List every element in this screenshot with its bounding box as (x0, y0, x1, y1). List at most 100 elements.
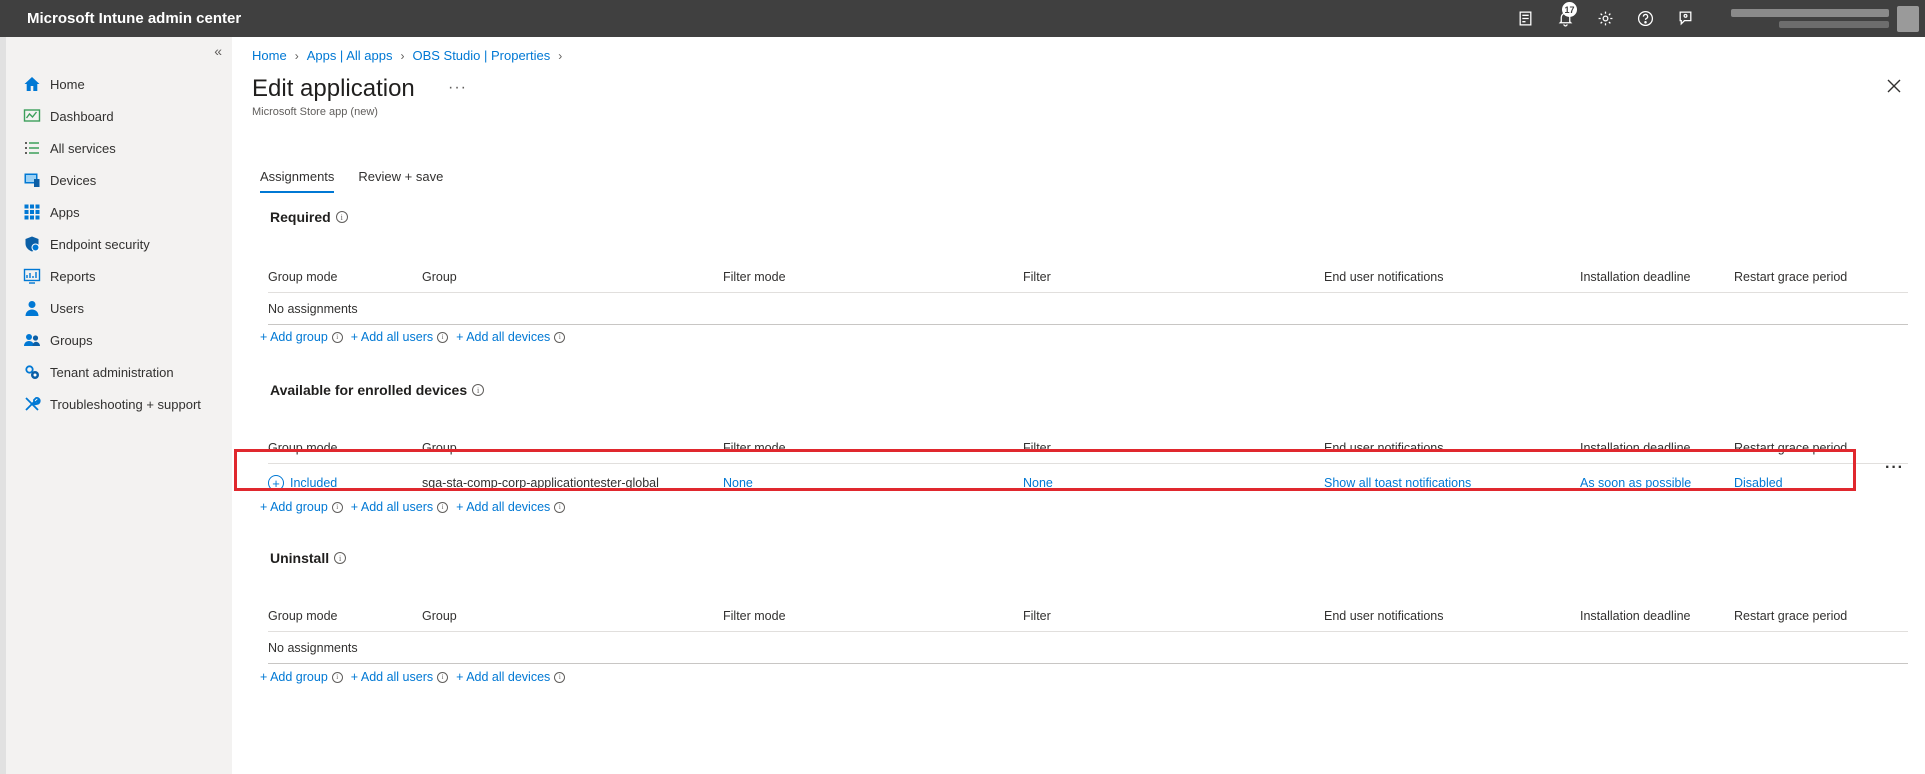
col-filter: Filter (1023, 609, 1051, 623)
sidebar-item-label: Devices (50, 172, 97, 188)
breadcrumb-chevron-icon: › (294, 48, 299, 63)
page-subtitle: Microsoft Store app (new) (252, 106, 378, 118)
sidebar-item-label: Groups (50, 332, 93, 348)
info-icon[interactable]: i (334, 552, 347, 564)
breadcrumb-home[interactable]: Home (252, 48, 287, 63)
uninstall-add-links: + Add group i + Add all users i + Add al… (260, 670, 569, 684)
sidebar-item-troubleshooting[interactable]: Troubleshooting + support (22, 388, 201, 420)
section-title-text: Required (270, 209, 331, 225)
section-title-text: Uninstall (270, 550, 330, 566)
add-all-devices-link[interactable]: + Add all devices (456, 670, 550, 684)
info-icon[interactable]: i (554, 331, 566, 343)
list-icon (22, 138, 42, 158)
tab-review-save[interactable]: Review + save (358, 169, 443, 193)
add-all-devices-link[interactable]: + Add all devices (456, 330, 550, 344)
add-all-users-link[interactable]: + Add all users (351, 500, 433, 514)
sidebar-item-label: Home (50, 76, 85, 92)
bell-icon[interactable]: 17 (1545, 0, 1585, 37)
sidebar-item-devices[interactable]: Devices (22, 164, 201, 196)
sidebar-item-endpoint-security[interactable]: Endpoint security (22, 228, 201, 260)
sidebar-item-label: Users (50, 300, 84, 316)
breadcrumb-chevron-icon: › (400, 48, 405, 63)
gear-icon[interactable] (1585, 0, 1625, 37)
breadcrumb-all-apps[interactable]: Apps | All apps (307, 48, 393, 63)
no-assignments-text: No assignments (268, 641, 358, 655)
sidebar-item-home[interactable]: Home (22, 68, 201, 100)
col-filter-mode: Filter mode (723, 609, 786, 623)
sidebar-item-label: Troubleshooting + support (50, 396, 201, 412)
no-assignments-text: No assignments (268, 302, 358, 316)
info-icon[interactable]: i (331, 331, 343, 343)
add-all-devices-link[interactable]: + Add all devices (456, 500, 550, 514)
col-installation-deadline: Installation deadline (1580, 609, 1691, 623)
empty-row: No assignments (268, 632, 1908, 664)
collapse-sidebar-icon[interactable]: « (214, 43, 222, 59)
notification-count-badge: 17 (1562, 2, 1577, 17)
highlight-box (234, 449, 1856, 491)
col-restart-grace-period: Restart grace period (1734, 270, 1848, 284)
info-icon[interactable]: i (331, 671, 343, 683)
app-title[interactable]: Microsoft Intune admin center (27, 10, 241, 27)
page-title: Edit application (252, 75, 415, 102)
required-table: Group mode Group Filter mode Filter End … (268, 261, 1908, 325)
uninstall-table: Group mode Group Filter mode Filter End … (268, 600, 1908, 664)
add-all-users-link[interactable]: + Add all users (351, 330, 433, 344)
add-group-link[interactable]: + Add group (260, 500, 328, 514)
breadcrumb: Home › Apps | All apps › OBS Studio | Pr… (252, 48, 562, 63)
sidebar-item-label: Apps (50, 204, 80, 220)
feedback-icon[interactable] (1665, 0, 1705, 37)
section-available-title: Available for enrolled devices i (270, 382, 485, 398)
portal-feedback-icon[interactable] (1505, 0, 1545, 37)
tab-assignments[interactable]: Assignments (260, 169, 335, 193)
empty-row: No assignments (268, 293, 1908, 325)
info-icon[interactable]: i (554, 501, 566, 513)
col-end-user-notifications: End user notifications (1324, 609, 1444, 623)
sidebar-item-dashboard[interactable]: Dashboard (22, 100, 201, 132)
top-bar: Microsoft Intune admin center 17 (0, 0, 1925, 37)
info-icon[interactable]: i (437, 671, 449, 683)
add-group-link[interactable]: + Add group (260, 670, 328, 684)
sidebar-item-users[interactable]: Users (22, 292, 201, 324)
breadcrumb-chevron-icon: › (558, 48, 563, 63)
user-icon (22, 298, 42, 318)
add-group-link[interactable]: + Add group (260, 330, 328, 344)
info-icon[interactable]: i (437, 501, 449, 513)
col-filter: Filter (1023, 270, 1051, 284)
reports-icon (22, 266, 42, 286)
info-icon[interactable]: i (335, 211, 348, 223)
sidebar-item-label: Dashboard (50, 108, 114, 124)
sidebar-item-reports[interactable]: Reports (22, 260, 201, 292)
available-add-links: + Add group i + Add all users i + Add al… (260, 500, 569, 514)
help-icon[interactable] (1625, 0, 1665, 37)
avatar[interactable] (1897, 5, 1919, 32)
add-all-users-link[interactable]: + Add all users (351, 670, 433, 684)
sidebar-item-apps[interactable]: Apps (22, 196, 201, 228)
apps-grid-icon (22, 202, 42, 222)
col-end-user-notifications: End user notifications (1324, 270, 1444, 284)
dashboard-icon (22, 106, 42, 126)
info-icon[interactable]: i (437, 331, 449, 343)
row-more-options-icon[interactable]: ··· (1885, 459, 1904, 477)
sidebar-item-all-services[interactable]: All services (22, 132, 201, 164)
col-group: Group (422, 270, 457, 284)
table-header-row: Group mode Group Filter mode Filter End … (268, 261, 1908, 293)
devices-icon (22, 170, 42, 190)
account-menu[interactable] (1731, 3, 1919, 34)
section-title-text: Available for enrolled devices (270, 382, 468, 398)
table-header-row: Group mode Group Filter mode Filter End … (268, 600, 1908, 632)
tab-bar: Assignments Review + save (260, 169, 443, 193)
wrench-icon (22, 394, 42, 414)
sidebar-item-tenant-administration[interactable]: Tenant administration (22, 356, 201, 388)
sidebar-item-groups[interactable]: Groups (22, 324, 201, 356)
col-group-mode: Group mode (268, 609, 338, 623)
more-options-icon[interactable]: ··· (448, 79, 467, 97)
info-icon[interactable]: i (472, 384, 485, 396)
sidebar-item-label: Endpoint security (50, 236, 150, 252)
info-icon[interactable]: i (331, 501, 343, 513)
breadcrumb-obs-properties[interactable]: OBS Studio | Properties (412, 48, 550, 63)
info-icon[interactable]: i (554, 671, 566, 683)
sidebar: « Home Dashboard All services Devices Ap… (6, 37, 232, 774)
section-required-title: Required i (270, 209, 348, 225)
close-icon[interactable] (1885, 77, 1903, 95)
sidebar-nav: Home Dashboard All services Devices Apps… (22, 68, 201, 420)
